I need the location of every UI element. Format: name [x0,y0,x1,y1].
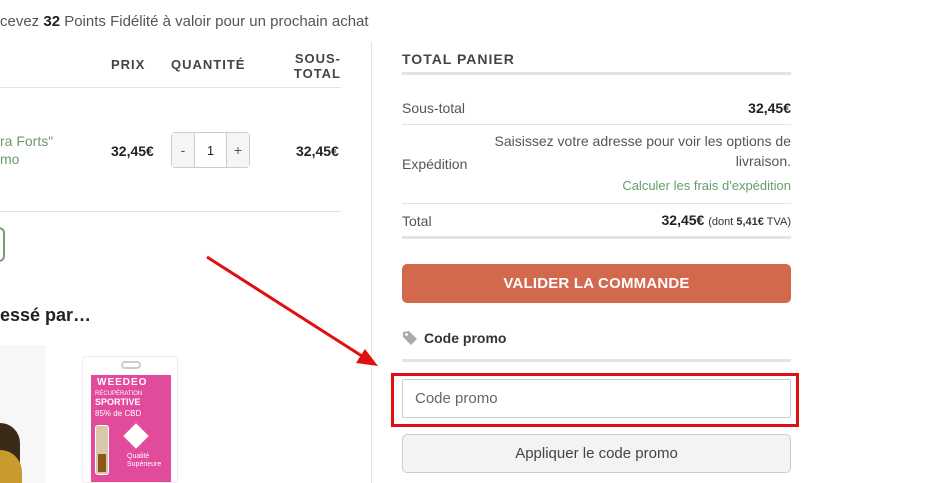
tax-suffix: TVA) [763,216,791,228]
shipping-note: Saisissez votre adresse pour voir les op… [494,133,791,169]
tax-note: (dont 5,41€ TVA) [708,216,791,228]
cross-sell-product-image-1[interactable] [0,345,46,483]
table-row-divider [0,211,341,212]
totals-divider [402,72,791,75]
package-line3: 85% de CBD [95,409,142,418]
product-price: 32,45€ [111,143,154,159]
column-header-quantity: QUANTITÉ [171,57,246,72]
package-line2: SPORTIVE [95,397,141,407]
quantity-stepper: - 1 + [171,132,250,168]
subtotal-value: 32,45€ [748,100,791,116]
promo-heading: Code promo [402,330,506,346]
apply-promo-button[interactable]: Appliquer le code promo [402,434,791,473]
total-label: Total [402,213,432,229]
table-header-divider [0,87,341,88]
tax-prefix: (dont [708,216,737,228]
cartridge-image [95,425,109,475]
column-divider [371,42,372,483]
subtotal-label: Sous-total [402,100,466,116]
calculate-shipping-link[interactable]: Calculer les frais d'expédition [622,178,791,193]
product-name-line2: mo [0,151,20,167]
promo-divider [402,359,791,362]
product-name-line1: ra Forts" [0,133,54,149]
promo-title: Code promo [424,330,507,346]
totals-bottom-divider [402,236,791,239]
column-header-subtotal: SOUS-TOTAL [293,51,341,81]
cross-sells-title: essé par… [0,305,92,325]
cart-totals-title: TOTAL PANIER [402,51,515,67]
total-value-wrap: 32,45€ (dont 5,41€ TVA) [662,212,792,228]
shipping-label: Expédition [402,156,468,172]
column-header-price: PRIX [111,57,146,72]
tax-value: 5,41€ [736,216,764,228]
loyalty-points: 32 [43,13,61,30]
annotation-highlight-box [391,373,799,427]
tag-icon [402,330,418,346]
loyalty-prefix: cevez [0,13,44,30]
product-name[interactable]: ra Forts" mo [0,132,53,168]
update-cart-button[interactable] [0,227,5,262]
total-value: 32,45€ [661,212,705,228]
package-quality: Qualité Supérieure [127,453,162,468]
loyalty-suffix: Points Fidélité à valoir pour un prochai… [60,13,369,30]
minus-icon[interactable]: - [172,133,194,167]
totals-row-divider [402,124,791,125]
quantity-value[interactable]: 1 [194,133,227,167]
checkout-button[interactable]: VALIDER LA COMMANDE [402,264,791,303]
loyalty-notice: cevez 32 Points Fidélité à valoir pour u… [0,13,369,30]
totals-row-divider [402,203,791,204]
product-subtotal: 32,45€ [296,143,339,159]
package-hook [121,361,141,369]
plus-icon[interactable]: + [227,133,249,167]
package-brand: WEEDEO [97,377,148,388]
cross-sell-product-image-2[interactable]: WEEDEO RÉCUPÉRATION SPORTIVE 85% de CBD … [82,356,178,483]
